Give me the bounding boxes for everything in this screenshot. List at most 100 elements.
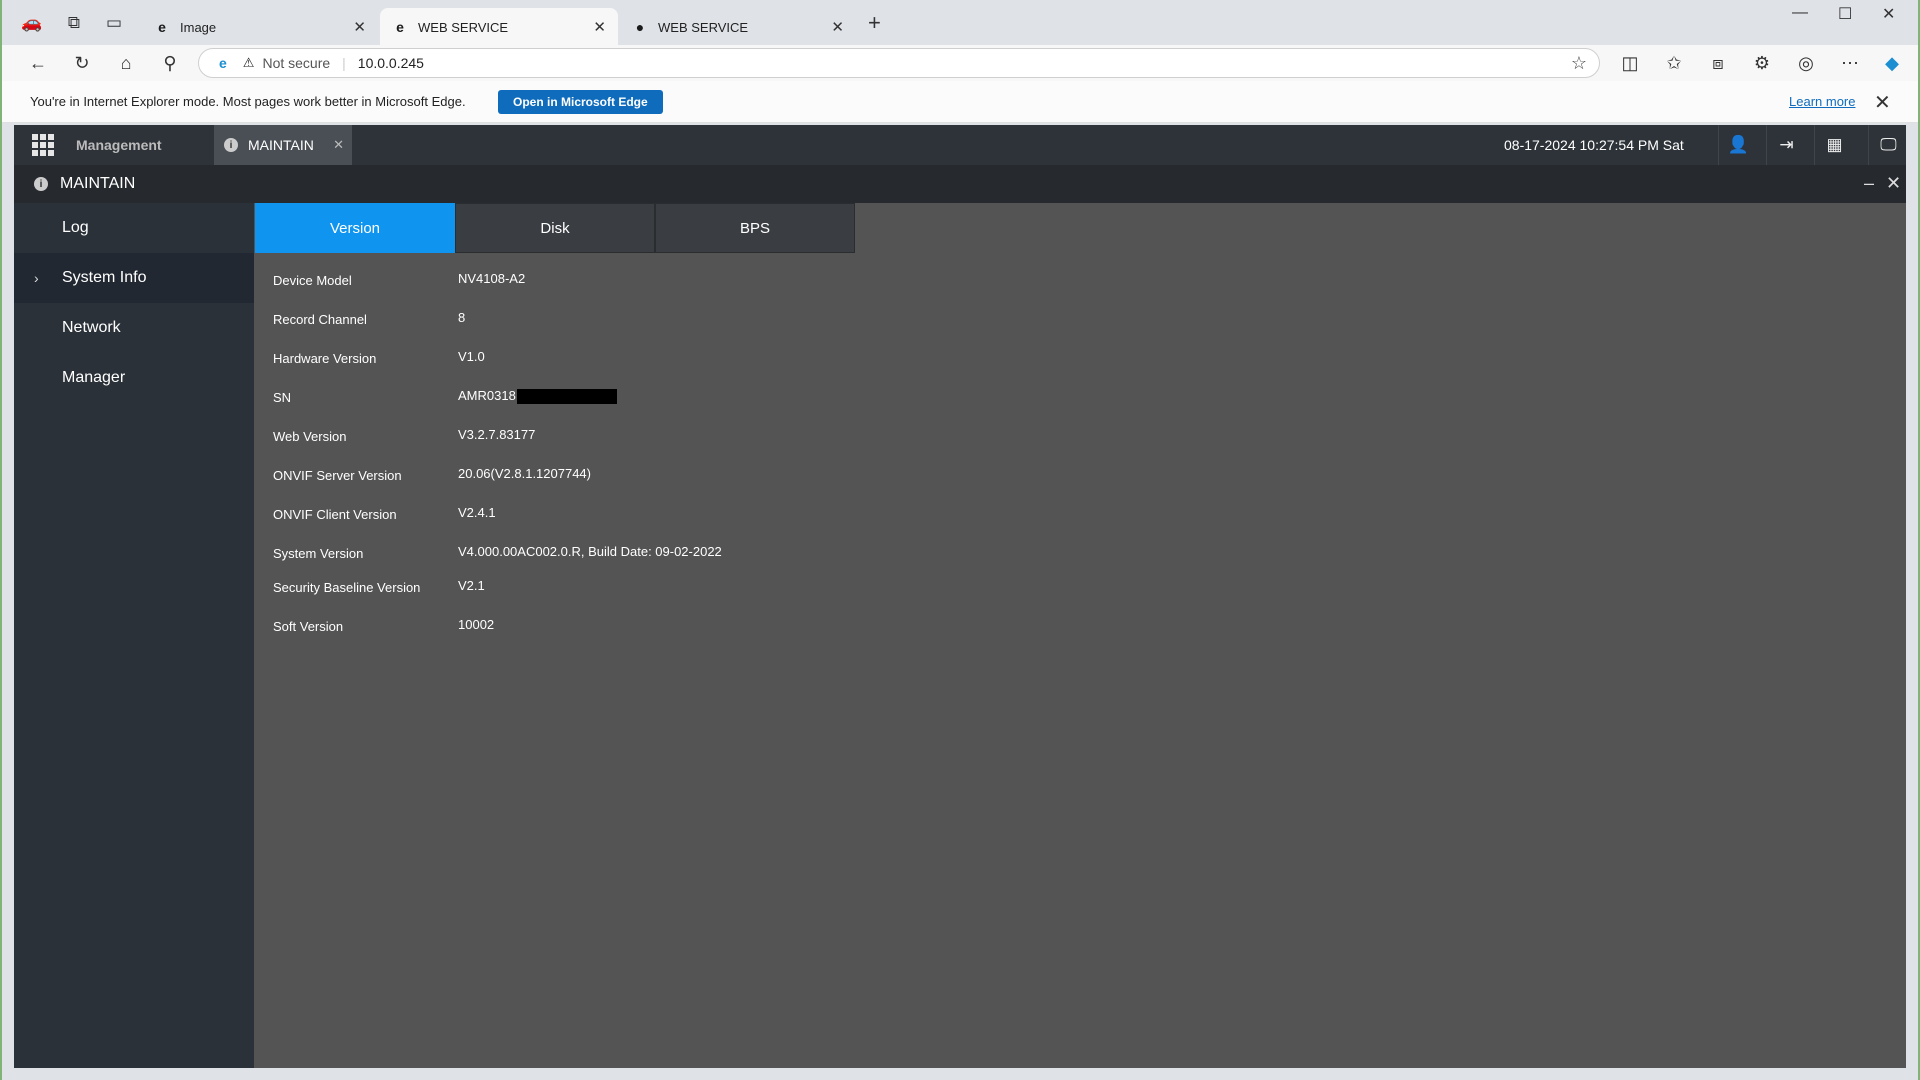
maximize-icon[interactable]: ☐	[1838, 4, 1852, 24]
info-value: V2.1	[458, 578, 485, 593]
close-tab-icon[interactable]: ✕	[593, 18, 606, 36]
panel-title: MAINTAIN	[60, 175, 136, 192]
ie-mode-icon[interactable]: e	[219, 55, 227, 71]
qr-code-icon[interactable]: ▦	[1814, 125, 1854, 165]
search-icon[interactable]: ⚲	[152, 45, 188, 81]
logout-icon[interactable]: ⇥	[1766, 125, 1806, 165]
favorites-icon[interactable]: ✩	[1656, 45, 1692, 81]
info-label: ONVIF Server Version	[273, 468, 402, 483]
address-toolbar: ← ↻ ⌂ ⚲ e ⚠ Not secure | 10.0.0.245 ☆ ◫ …	[2, 45, 1918, 81]
refresh-icon[interactable]: ↻	[64, 45, 100, 81]
info-value: 20.06(V2.8.1.1207744)	[458, 466, 591, 481]
info-value: NV4108-A2	[458, 271, 526, 286]
tab-version[interactable]: Version	[255, 203, 455, 253]
info-value: V3.2.7.83177	[458, 427, 536, 442]
performance-icon[interactable]: ◎	[1788, 45, 1824, 81]
info-tabs: Version Disk BPS	[255, 203, 855, 253]
info-label: Hardware Version	[273, 351, 377, 366]
info-value: AMR0318	[458, 388, 516, 403]
close-tab-icon[interactable]: ✕	[353, 18, 366, 36]
globe-icon: ●	[635, 19, 645, 35]
maintain-sidebar: Log › System Info Network Manager	[14, 203, 254, 1068]
info-label: Web Version	[273, 429, 347, 444]
sidebar-item-label: System Info	[62, 269, 147, 286]
extensions-icon[interactable]: ⚙	[1744, 45, 1780, 81]
close-window-icon[interactable]: ✕	[1882, 4, 1895, 24]
user-icon[interactable]: 👤	[1718, 125, 1758, 165]
close-banner-icon[interactable]: ✕	[1874, 90, 1891, 115]
tab-title: WEB SERVICE	[658, 19, 749, 35]
info-value: V1.0	[458, 349, 485, 364]
web-service-app: Management i MAINTAIN ✕ 08-17-2024 10:27…	[14, 125, 1910, 1068]
live-view-icon[interactable]: 🖵	[1868, 125, 1908, 165]
sidebar-item-label: Manager	[62, 369, 126, 386]
back-icon[interactable]: ←	[20, 45, 56, 81]
system-info-content: Version Disk BPS Device Model NV4108-A2 …	[254, 203, 1910, 1068]
window-bottom-edge	[2, 1068, 1918, 1080]
sidebar-item-log[interactable]: Log	[14, 203, 254, 253]
browser-window: 🚗 ⧉ ▭ e Image ✕ e WEB SERVICE ✕ ● WEB SE…	[0, 0, 1920, 1080]
sidebar-item-network[interactable]: Network	[14, 303, 254, 353]
tab-actions-icon[interactable]: ▭	[92, 0, 136, 45]
info-label: Soft Version	[273, 619, 344, 634]
panel-title-bar: i MAINTAIN – ✕	[14, 165, 1910, 203]
info-value: 10002	[458, 617, 495, 632]
ie-icon: e	[158, 19, 166, 35]
collections-icon[interactable]: ⧈	[1700, 45, 1736, 81]
ie-mode-banner: You're in Internet Explorer mode. Most p…	[2, 81, 1918, 123]
favorite-star-icon[interactable]: ☆	[1571, 53, 1587, 74]
minimize-panel-icon[interactable]: –	[1864, 173, 1874, 194]
page-scrollbar[interactable]	[1906, 123, 1918, 1068]
app-top-bar: Management i MAINTAIN ✕ 08-17-2024 10:27…	[14, 125, 1910, 165]
more-icon[interactable]: ⋯	[1832, 45, 1868, 81]
info-value: V4.000.00AC002.0.R, Build Date: 09-02-20…	[458, 544, 722, 559]
info-label: Security Baseline Version	[273, 580, 421, 595]
info-value: V2.4.1	[458, 505, 496, 520]
info-value: 8	[458, 310, 466, 325]
address-bar[interactable]: e ⚠ Not secure | 10.0.0.245 ☆	[198, 48, 1600, 78]
tab-disk[interactable]: Disk	[455, 203, 655, 253]
home-icon[interactable]: ⌂	[108, 45, 144, 81]
info-label: ONVIF Client Version	[273, 507, 397, 522]
chevron-right-icon: ›	[34, 270, 39, 286]
maintain-tab-label: MAINTAIN	[248, 137, 314, 153]
security-label[interactable]: Not secure	[262, 55, 330, 71]
profile-icon[interactable]: 🚗	[10, 0, 54, 45]
tab-bps[interactable]: BPS	[655, 203, 855, 253]
sidebar-item-label: Log	[62, 219, 89, 236]
close-app-tab-icon[interactable]: ✕	[333, 137, 344, 153]
workspaces-icon[interactable]: ⧉	[52, 0, 96, 45]
apps-grid-icon[interactable]	[32, 134, 54, 156]
datetime: 08-17-2024 10:27:54 PM Sat	[1504, 137, 1684, 153]
learn-more-link[interactable]: Learn more	[1789, 94, 1855, 109]
url-text[interactable]: 10.0.0.245	[358, 55, 424, 71]
close-panel-icon[interactable]: ✕	[1886, 173, 1901, 194]
split-screen-icon[interactable]: ◫	[1612, 45, 1648, 81]
browser-tab-web-service[interactable]: ● WEB SERVICE ✕	[620, 8, 856, 46]
maintain-app-tab[interactable]: i MAINTAIN ✕	[214, 125, 352, 165]
divider: |	[342, 55, 346, 71]
info-icon: i	[34, 177, 48, 191]
info-label: SN	[273, 390, 292, 405]
sidebar-item-manager[interactable]: Manager	[14, 353, 254, 403]
sn-value-wrap: AMR0318	[458, 388, 617, 405]
tab-title: WEB SERVICE	[418, 19, 509, 35]
redaction-block	[516, 389, 617, 405]
info-label: System Version	[273, 546, 364, 561]
tab-strip: 🚗 ⧉ ▭ e Image ✕ e WEB SERVICE ✕ ● WEB SE…	[2, 0, 1918, 46]
close-tab-icon[interactable]: ✕	[831, 18, 844, 36]
new-tab-button[interactable]: +	[868, 10, 881, 36]
ie-icon: e	[396, 19, 404, 35]
browser-tab-web-service-active[interactable]: e WEB SERVICE ✕	[380, 8, 618, 46]
browser-tab-image[interactable]: e Image ✕	[142, 8, 378, 46]
warning-icon: ⚠	[242, 55, 255, 70]
ie-banner-message: You're in Internet Explorer mode. Most p…	[30, 94, 466, 109]
sidebar-item-label: Network	[62, 319, 121, 336]
open-in-edge-button[interactable]: Open in Microsoft Edge	[498, 90, 663, 114]
minimize-icon[interactable]: —	[1792, 4, 1808, 22]
management-label[interactable]: Management	[76, 137, 162, 153]
tab-title: Image	[180, 19, 217, 35]
sidebar-item-system-info[interactable]: › System Info	[14, 253, 254, 303]
copilot-icon[interactable]: ◆	[1874, 45, 1910, 81]
info-label: Record Channel	[273, 312, 367, 327]
